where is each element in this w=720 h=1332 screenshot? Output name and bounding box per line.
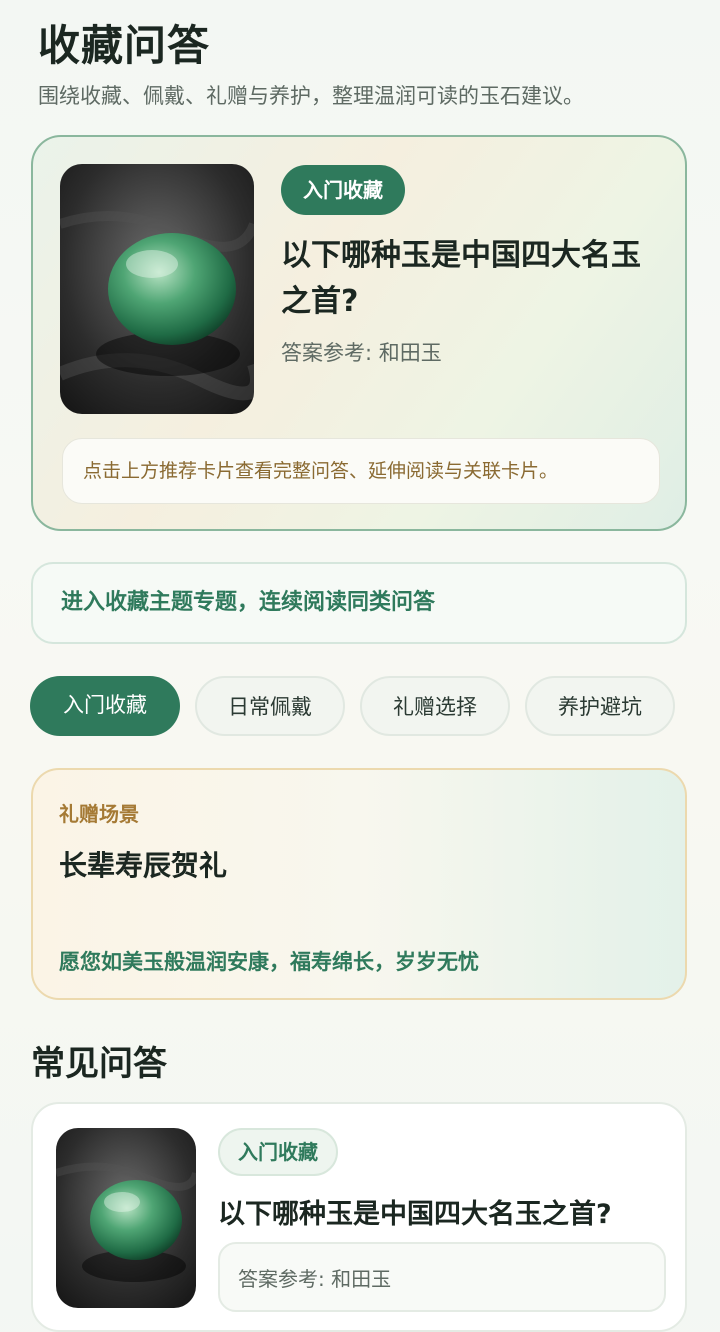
tab-entry-collecting[interactable]: 入门收藏: [30, 676, 180, 736]
jade-stone-thumbnail: [56, 1128, 196, 1308]
gift-scene-card[interactable]: 礼赠场景 长辈寿辰贺礼 愿您如美玉般温润安康，福寿绵长，岁岁无忧: [31, 768, 687, 1000]
faq-question: 以下哪种玉是中国四大名玉之首?: [218, 1199, 612, 1230]
page-subtitle: 围绕收藏、佩戴、礼赠与养护，整理温润可读的玉石建议。: [38, 84, 584, 108]
featured-hint: 点击上方推荐卡片查看完整问答、延伸阅读与关联卡片。: [62, 438, 660, 504]
category-tag: 入门收藏: [218, 1128, 338, 1176]
page-title: 收藏问答: [38, 21, 211, 70]
category-tag: 入门收藏: [281, 165, 405, 215]
tab-daily-wearing[interactable]: 日常佩戴: [195, 676, 345, 736]
featured-qa-card[interactable]: 入门收藏 以下哪种玉是中国四大名玉之首? 答案参考: 和田玉 点击上方推荐卡片查…: [31, 135, 687, 531]
faq-answer: 答案参考: 和田玉: [218, 1242, 666, 1312]
faq-heading: 常见问答: [31, 1044, 167, 1084]
tab-gift-choice[interactable]: 礼赠选择: [360, 676, 510, 736]
topic-link-button[interactable]: 进入收藏主题专题，连续阅读同类问答: [31, 562, 687, 644]
gift-wish: 愿您如美玉般温润安康，福寿绵长，岁岁无忧: [59, 950, 479, 974]
tab-care-tips[interactable]: 养护避坑: [525, 676, 675, 736]
featured-question: 以下哪种玉是中国四大名玉之首?: [281, 238, 641, 319]
featured-answer: 答案参考: 和田玉: [281, 341, 442, 365]
faq-item-card[interactable]: 入门收藏 以下哪种玉是中国四大名玉之首? 答案参考: 和田玉: [31, 1102, 687, 1332]
gift-title: 长辈寿辰贺礼: [59, 849, 228, 882]
jade-stone-image: [60, 164, 254, 414]
gift-scene-label: 礼赠场景: [59, 802, 139, 826]
